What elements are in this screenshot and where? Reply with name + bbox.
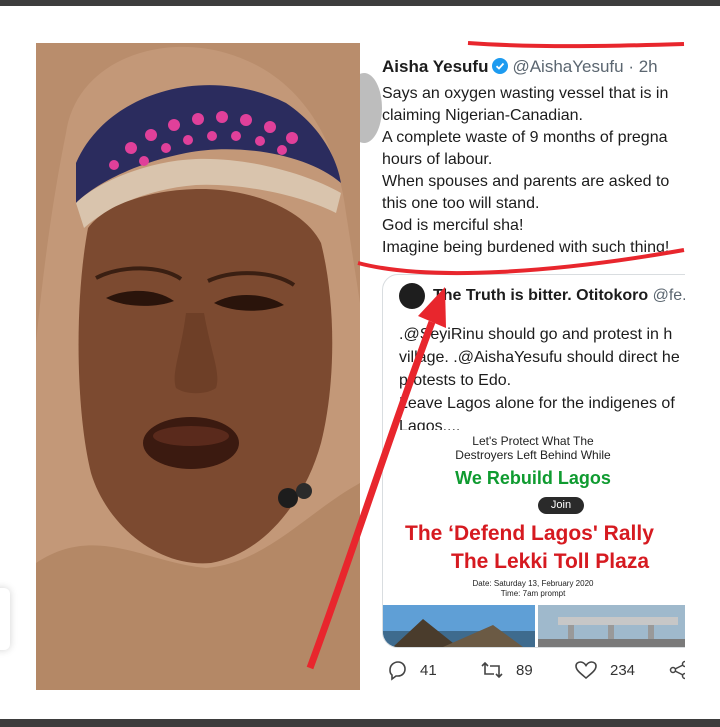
flyer-time: Time: 7am prompt bbox=[500, 589, 566, 598]
tweet-line: A complete waste of 9 months of pregna bbox=[382, 129, 668, 146]
flyer-date: Date: Saturday 13, February 2020 bbox=[472, 579, 594, 588]
flyer-line-2: Destroyers Left Behind While bbox=[455, 448, 611, 462]
reply-count: 41 bbox=[420, 661, 437, 679]
tweet-line: hours of labour. bbox=[382, 151, 493, 168]
quoted-line: protests to Edo. bbox=[399, 372, 512, 389]
flyer-join-badge: Join bbox=[538, 497, 584, 514]
reply-icon bbox=[389, 661, 406, 681]
quoted-line: .@SeyiRinu should go and protest in h bbox=[399, 326, 673, 343]
tweet-actions: 41 89 234 bbox=[382, 659, 685, 687]
woman-illustration bbox=[36, 43, 360, 690]
quoted-header: The Truth is bitter. Otitokoro @fe.. bbox=[433, 287, 685, 305]
flyer-line-1: Let's Protect What The bbox=[472, 434, 594, 448]
retweet-count: 89 bbox=[516, 661, 533, 679]
tweet-line: claiming Nigerian-Canadian. bbox=[382, 107, 583, 124]
tweet-line: Imagine being burdened with such thing! bbox=[382, 239, 670, 256]
verified-badge-icon bbox=[492, 58, 509, 74]
like-count: 234 bbox=[610, 661, 636, 679]
heart-icon bbox=[575, 661, 597, 680]
tweet-header: Aisha Yesufu @AishaYesufu · 2h bbox=[382, 57, 658, 77]
quoted-line: Leave Lagos alone for the indigenes of bbox=[399, 395, 675, 412]
quoted-line: village. .@AishaYesufu should direct he bbox=[399, 349, 680, 366]
retweet-icon bbox=[481, 661, 503, 679]
retweet-button[interactable]: 89 bbox=[480, 659, 533, 681]
reply-button[interactable]: 41 bbox=[386, 659, 437, 681]
flyer-photo-left bbox=[383, 605, 535, 647]
quoted-avatar[interactable] bbox=[399, 283, 425, 309]
woman-photo bbox=[36, 43, 360, 690]
top-bar bbox=[0, 0, 720, 6]
flyer-rebuild-heading: We Rebuild Lagos bbox=[455, 468, 611, 488]
tweet-line: Says an oxygen wasting vessel that is in bbox=[382, 85, 669, 102]
quoted-author-name[interactable]: The Truth is bitter. Otitokoro bbox=[433, 287, 648, 304]
partial-card bbox=[0, 588, 10, 650]
tweet-line: this one too will stand. bbox=[382, 195, 540, 212]
quoted-handle: @fe.. bbox=[652, 287, 685, 304]
share-icon bbox=[669, 660, 685, 680]
quoted-body: .@SeyiRinu should go and protest in h vi… bbox=[399, 323, 680, 438]
flyer-photo-right bbox=[538, 605, 685, 647]
tweet-line: When spouses and parents are asked to bbox=[382, 173, 670, 190]
flyer-title: The ‘Defend Lagos' Rally bbox=[405, 522, 654, 545]
tweet-author-name[interactable]: Aisha Yesufu bbox=[382, 57, 488, 76]
like-button[interactable]: 234 bbox=[574, 659, 635, 681]
rally-flyer-image[interactable]: Let's Protect What The Destroyers Left B… bbox=[383, 430, 685, 647]
bottom-bar bbox=[0, 719, 720, 727]
flyer-location: The Lekki Toll Plaza bbox=[451, 550, 650, 573]
share-button[interactable] bbox=[668, 659, 685, 681]
tweet-card[interactable]: Aisha Yesufu @AishaYesufu · 2h Says an ox… bbox=[360, 43, 685, 690]
tweet-body: Says an oxygen wasting vessel that is in… bbox=[382, 83, 669, 259]
tweet-handle-time: @AishaYesufu · 2h bbox=[512, 57, 658, 76]
tweet-line: God is merciful sha! bbox=[382, 217, 524, 234]
quoted-tweet[interactable]: The Truth is bitter. Otitokoro @fe.. .@S… bbox=[382, 274, 685, 648]
avatar[interactable] bbox=[360, 73, 382, 143]
